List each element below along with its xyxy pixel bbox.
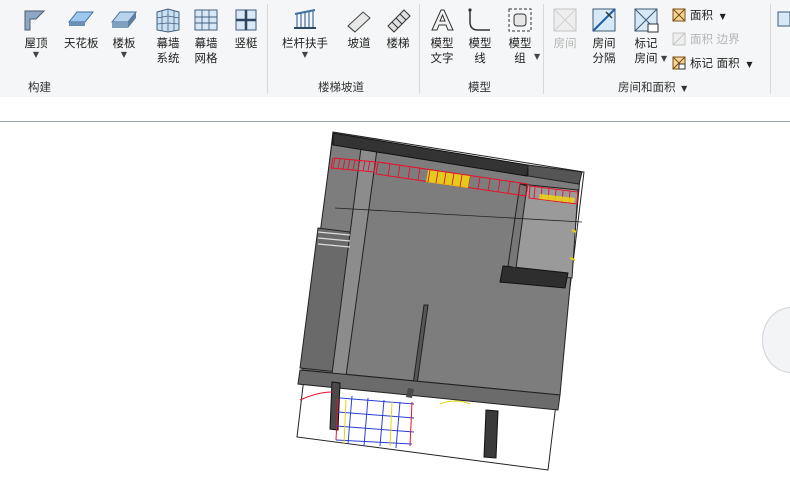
curtain-system-label: 幕墙 系统 — [156, 36, 180, 65]
railing-icon — [294, 9, 316, 29]
tag-area-button[interactable]: 标记 面积 ▼ — [672, 54, 752, 72]
stair-label: 楼梯 — [386, 36, 410, 50]
area-label: 面积 — [690, 8, 713, 22]
chevron-down-icon: ▼ — [719, 12, 726, 21]
chevron-down-icon: ▼ — [661, 54, 668, 63]
ramp-label: 坡道 — [347, 36, 371, 50]
options-bar — [0, 97, 790, 122]
tag-room-icon — [634, 8, 659, 33]
building-model — [296, 131, 585, 471]
model-group-label: 模型 — [468, 80, 491, 94]
curtain-grid-button[interactable]: 幕墙 网格 — [192, 6, 220, 66]
ceiling-button[interactable]: 天花板 — [64, 6, 99, 51]
model-group-icon — [508, 8, 532, 32]
model-group-label: 模型 组 — [508, 36, 532, 65]
partial-icon — [777, 11, 790, 27]
tag-area-icon — [672, 56, 686, 70]
room-area-group-text: 房间和面积 — [618, 80, 676, 94]
partial-tool-left[interactable] — [0, 6, 4, 36]
model-line-icon — [468, 8, 490, 31]
area-button[interactable]: 面积 ▼ — [672, 6, 726, 24]
area-icon — [672, 8, 686, 22]
mullion-label: 竖梃 — [234, 36, 258, 50]
curtain-system-button[interactable]: 幕墙 系统 — [154, 6, 182, 66]
room-separator-label: 房间 分隔 — [592, 36, 616, 65]
model-text-button[interactable]: 模型 文字 — [428, 6, 456, 66]
curtain-system-icon — [156, 8, 180, 33]
chevron-down-icon: ▼ — [32, 50, 40, 59]
tag-room-label: 标记 房间 — [634, 36, 658, 65]
ramp-icon — [347, 11, 371, 33]
area-boundary-label: 面积 边界 — [690, 32, 740, 46]
ramp-button[interactable]: 坡道 — [345, 6, 373, 51]
railing-button[interactable]: 栏杆扶手 ▼ — [282, 6, 328, 59]
floor-label: 楼板 — [112, 36, 136, 50]
room-area-group-label[interactable]: 房间和面积 ▼ — [618, 79, 687, 95]
3d-view-canvas[interactable] — [0, 122, 790, 474]
ceiling-label: 天花板 — [64, 36, 99, 50]
curtain-grid-icon — [194, 9, 218, 31]
roof-button[interactable]: 屋顶 ▼ — [22, 6, 50, 59]
roof-label: 屋顶 — [24, 36, 48, 50]
tag-area-label: 标记 面积 — [690, 56, 740, 70]
model-group-button[interactable]: 模型 组 — [506, 6, 534, 66]
mullion-button[interactable]: 竖梃 — [232, 6, 260, 51]
mullion-icon — [235, 9, 257, 31]
room-separator-button[interactable]: 房间 分隔 — [590, 6, 618, 66]
partial-icon — [0, 6, 4, 34]
chevron-down-icon: ▼ — [301, 50, 309, 59]
room-icon — [553, 8, 577, 32]
model-line-button[interactable]: 模型 线 — [466, 6, 494, 66]
model-line-label: 模型 线 — [468, 36, 492, 65]
partial-tool-right[interactable] — [776, 6, 790, 36]
chevron-down-icon: ▼ — [534, 52, 541, 61]
build-group-label: 构建 — [28, 80, 51, 94]
model-text-icon — [431, 9, 454, 31]
area-boundary-icon — [672, 32, 686, 46]
room-label: 房间 — [553, 36, 577, 50]
stairs-group-label: 楼梯坡道 — [318, 80, 364, 94]
chevron-down-icon: ▼ — [120, 50, 128, 59]
floor-button[interactable]: 楼板 ▼ — [110, 6, 138, 59]
area-boundary-button[interactable]: 面积 边界 — [672, 30, 740, 48]
ceiling-icon — [68, 11, 95, 26]
room-separator-icon — [592, 8, 616, 32]
chevron-down-icon: ▼ — [681, 84, 688, 93]
group-divider — [770, 4, 771, 94]
ribbon: 屋顶 ▼ 天花板 楼板 ▼ 幕墙 系统 幕墙 网格 竖梃 构建 栏杆扶手 ▼ 坡… — [0, 0, 790, 98]
stair-button[interactable]: 楼梯 — [384, 6, 412, 51]
roof-icon — [24, 10, 46, 31]
group-divider — [543, 4, 544, 94]
curtain-grid-label: 幕墙 网格 — [194, 36, 218, 65]
stair-icon — [387, 9, 411, 33]
railing-label: 栏杆扶手 — [282, 36, 328, 50]
group-divider — [267, 4, 268, 94]
room-button[interactable]: 房间 — [551, 6, 579, 51]
tag-room-button[interactable]: 标记 房间 — [632, 6, 660, 66]
floor-icon — [110, 11, 138, 28]
model-text-label: 模型 文字 — [430, 36, 454, 65]
chevron-down-icon: ▼ — [746, 60, 753, 69]
group-divider — [419, 4, 420, 94]
